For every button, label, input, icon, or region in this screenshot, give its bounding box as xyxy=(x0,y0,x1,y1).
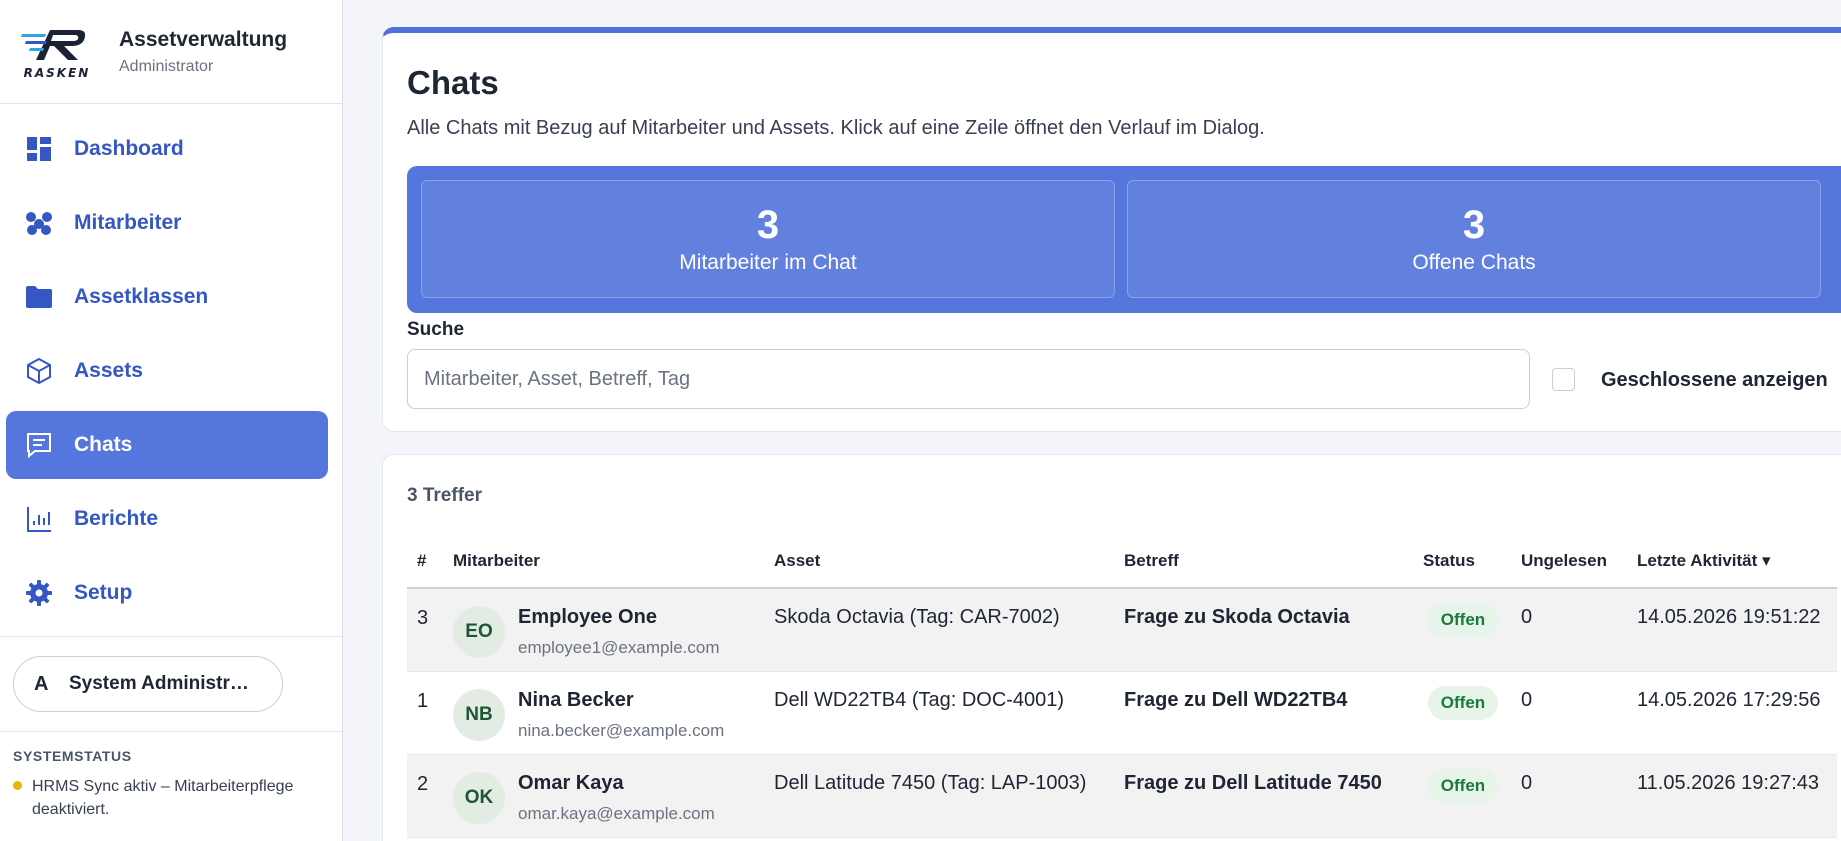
stats-panel: 3 Mitarbeiter im Chat 3 Offene Chats xyxy=(407,166,1841,313)
employee-email: omar.kaya@example.com xyxy=(518,804,715,823)
results-card: 3 Treffer # Mitarbeiter Asset Betreff St… xyxy=(382,454,1841,841)
column-header-number[interactable]: # xyxy=(417,551,426,571)
system-status: HRMS Sync aktiv – Mitarbeiterpflege deak… xyxy=(13,775,313,821)
sidebar-item-label: Mitarbeiter xyxy=(74,211,182,234)
chat-icon xyxy=(24,430,54,460)
column-header-letzte-aktivitaet[interactable]: Letzte Aktivität ▾ xyxy=(1637,551,1771,571)
system-status-text: HRMS Sync aktiv – Mitarbeiterpflege deak… xyxy=(32,778,294,818)
sidebar-item-label: Berichte xyxy=(74,507,159,530)
sidebar-item-dashboard[interactable]: Dashboard xyxy=(6,115,328,183)
last-activity: 14.05.2026 19:51:22 xyxy=(1637,606,1821,628)
bar-chart-icon xyxy=(24,504,54,534)
status-badge: Offen xyxy=(1428,686,1498,720)
column-header-asset[interactable]: Asset xyxy=(774,551,820,571)
sidebar-item-assets[interactable]: Assets xyxy=(6,337,328,405)
column-header-betreff[interactable]: Betreff xyxy=(1124,551,1179,571)
subject-cell: Frage zu Dell Latitude 7450 xyxy=(1124,772,1382,794)
search-label: Suche xyxy=(407,319,465,340)
dashboard-icon xyxy=(24,134,54,164)
rasken-logo[interactable]: RASKEN xyxy=(14,22,100,82)
system-status-heading: SYSTEMSTATUS xyxy=(13,748,132,764)
sidebar-nav: Dashboard Mitarbeiter Assetklassen Asset… xyxy=(0,104,342,627)
sidebar-item-label: Assets xyxy=(74,359,143,382)
sidebar-item-mitarbeiter[interactable]: Mitarbeiter xyxy=(6,189,328,257)
chats-header-card: Chats Alle Chats mit Bezug auf Mitarbeit… xyxy=(382,27,1841,432)
sidebar-item-assetklassen[interactable]: Assetklassen xyxy=(6,263,328,331)
unread-count: 0 xyxy=(1521,606,1533,628)
logo-mark-icon xyxy=(21,29,86,60)
asset-cell: Dell Latitude 7450 (Tag: LAP-1003) xyxy=(774,772,1087,794)
table-row[interactable]: 2 OK Omar Kaya omar.kaya@example.com Del… xyxy=(407,755,1837,838)
sidebar-item-label: Assetklassen xyxy=(74,285,209,308)
sidebar-item-setup[interactable]: Setup xyxy=(6,559,328,627)
people-icon xyxy=(24,208,54,238)
gear-icon xyxy=(24,578,54,608)
app-title: Assetverwaltung xyxy=(119,27,288,51)
sidebar-item-label: Chats xyxy=(74,433,133,456)
column-header-status[interactable]: Status xyxy=(1423,551,1475,571)
logo-wordmark: RASKEN xyxy=(23,65,91,80)
employee-email: nina.becker@example.com xyxy=(518,721,725,740)
folder-icon xyxy=(24,282,54,312)
show-closed-checkbox[interactable] xyxy=(1552,368,1575,391)
table-header: # Mitarbeiter Asset Betreff Status Ungel… xyxy=(407,537,1837,589)
column-header-ungelesen[interactable]: Ungelesen xyxy=(1521,551,1607,571)
subject-cell: Frage zu Skoda Octavia xyxy=(1124,606,1350,628)
user-role: Administrator xyxy=(119,57,214,75)
subject-cell: Frage zu Dell WD22TB4 xyxy=(1124,689,1348,711)
stat-offene-chats: 3 Offene Chats xyxy=(1127,180,1821,298)
user-area: A System Administr… xyxy=(0,636,342,732)
stat-label: Offene Chats xyxy=(1412,251,1536,274)
stat-value: 3 xyxy=(756,203,780,247)
employee-name: Nina Becker xyxy=(518,689,634,711)
status-dot-icon xyxy=(13,781,22,790)
show-closed-label[interactable]: Geschlossene anzeigen xyxy=(1601,369,1828,392)
status-badge: Offen xyxy=(1428,769,1498,803)
page-subtitle: Alle Chats mit Bezug auf Mitarbeiter und… xyxy=(407,117,1265,139)
sidebar-item-label: Dashboard xyxy=(74,137,184,160)
avatar: A xyxy=(34,672,49,695)
user-menu-button[interactable]: A System Administr… xyxy=(13,656,283,712)
page-title: Chats xyxy=(407,64,499,101)
employee-name: Employee One xyxy=(518,606,657,628)
search-input[interactable] xyxy=(407,349,1530,409)
employee-name: Omar Kaya xyxy=(518,772,624,794)
column-header-mitarbeiter[interactable]: Mitarbeiter xyxy=(453,551,540,571)
status-badge: Offen xyxy=(1428,603,1498,637)
sidebar-item-berichte[interactable]: Berichte xyxy=(6,485,328,553)
brand-header: RASKEN Assetverwaltung Administrator xyxy=(0,0,342,104)
sidebar-item-chats[interactable]: Chats xyxy=(6,411,328,479)
table-row[interactable]: 3 EO Employee One employee1@example.com … xyxy=(407,589,1837,672)
asset-cell: Skoda Octavia (Tag: CAR-7002) xyxy=(774,606,1060,628)
avatar: OK xyxy=(453,772,505,824)
row-id: 2 xyxy=(417,773,429,795)
brand-text: Assetverwaltung Administrator xyxy=(119,28,287,76)
stat-mitarbeiter-im-chat: 3 Mitarbeiter im Chat xyxy=(421,180,1115,298)
row-id: 3 xyxy=(417,607,429,629)
employee-email: employee1@example.com xyxy=(518,638,720,657)
asset-cell: Dell WD22TB4 (Tag: DOC-4001) xyxy=(774,689,1065,711)
last-activity: 14.05.2026 17:29:56 xyxy=(1637,689,1821,711)
unread-count: 0 xyxy=(1521,772,1533,794)
stat-label: Mitarbeiter im Chat xyxy=(679,251,857,274)
table-row[interactable]: 1 NB Nina Becker nina.becker@example.com… xyxy=(407,672,1837,755)
sidebar: RASKEN Assetverwaltung Administrator Das… xyxy=(0,0,343,841)
avatar: NB xyxy=(453,689,505,741)
last-activity: 11.05.2026 19:27:43 xyxy=(1637,772,1820,794)
avatar: EO xyxy=(453,606,505,658)
result-count: 3 Treffer xyxy=(407,485,482,506)
stat-value: 3 xyxy=(1462,203,1486,247)
row-id: 1 xyxy=(417,690,429,712)
user-name: System Administr… xyxy=(69,673,249,694)
unread-count: 0 xyxy=(1521,689,1533,711)
sidebar-item-label: Setup xyxy=(74,581,133,604)
cube-icon xyxy=(24,356,54,386)
